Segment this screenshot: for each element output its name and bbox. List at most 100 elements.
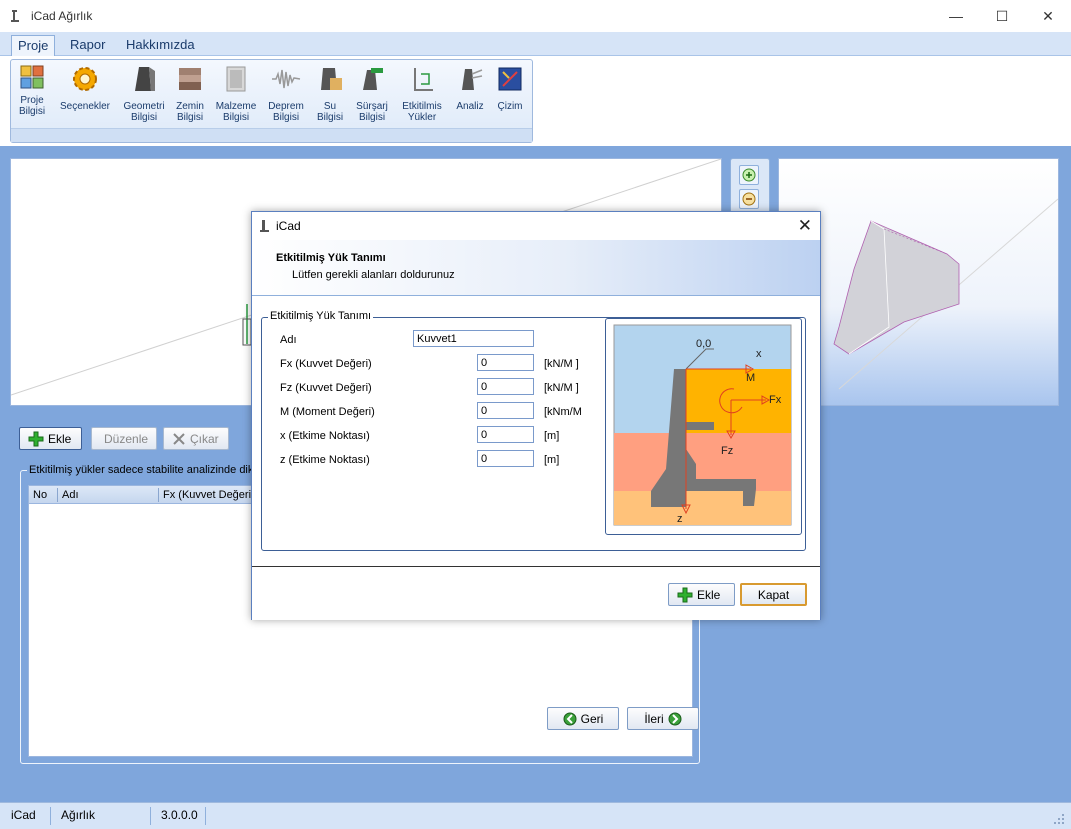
ribbon-label: Sürşarj bbox=[356, 101, 388, 112]
ribbon-label: Bilgisi bbox=[358, 112, 386, 123]
z-point-unit: [m] bbox=[544, 454, 560, 466]
status-version: 3.0.0.0 bbox=[161, 808, 198, 822]
ribbon-secenekler-button[interactable]: Seçenekler bbox=[55, 64, 115, 112]
fx-input[interactable] bbox=[477, 354, 534, 371]
ribbon-deprem-button[interactable]: Deprem Bilgisi bbox=[265, 64, 307, 123]
ribbon-label: Geometri bbox=[123, 101, 165, 112]
ribbon-su-button[interactable]: Su Bilgisi bbox=[313, 64, 347, 123]
drawing-icon bbox=[498, 67, 522, 91]
minimize-button[interactable]: — bbox=[933, 0, 979, 32]
column-header-name[interactable]: Adı bbox=[62, 489, 79, 501]
moment-arrow-label: M bbox=[746, 372, 755, 384]
fz-label: Fz (Kuvvet Değeri) bbox=[280, 382, 372, 394]
ribbon-etkitilmis-yukler-button[interactable]: Etkitilmis Yükler bbox=[397, 64, 447, 123]
ribbon-area: Proje Bilgisi Seçenekler Geometri Bilgis… bbox=[0, 56, 1071, 146]
edit-load-label: Düzenle bbox=[104, 431, 149, 446]
zoom-in-icon bbox=[742, 168, 756, 182]
tab-proje[interactable]: Proje bbox=[11, 35, 56, 56]
ribbon-malzeme-button[interactable]: Malzeme Bilgisi bbox=[213, 64, 259, 123]
ribbon-analiz-button[interactable]: Analiz bbox=[451, 64, 489, 112]
z-axis-label: z bbox=[677, 513, 683, 525]
dialog-body: Etkitilmiş Yük Tanımı Adı Fx (Kuvvet Değ… bbox=[252, 296, 820, 566]
gear-icon bbox=[73, 67, 97, 91]
back-label: Geri bbox=[580, 711, 604, 726]
fz-input[interactable] bbox=[477, 378, 534, 395]
x-point-input[interactable] bbox=[477, 426, 534, 443]
z-point-label: z (Etkime Noktası) bbox=[280, 454, 370, 466]
load-diagram: 0,0 x z M Fx Fz bbox=[605, 318, 802, 535]
next-button[interactable]: İleri bbox=[627, 707, 699, 730]
view-toolbar bbox=[730, 158, 770, 214]
moment-input[interactable] bbox=[477, 402, 534, 419]
ribbon-label: Etkitilmis bbox=[402, 101, 442, 112]
zoom-out-icon bbox=[742, 192, 756, 206]
retaining-wall-diagram: 0,0 x z M Fx Fz bbox=[613, 324, 792, 526]
soil-icon bbox=[179, 68, 201, 90]
dialog-close-icon[interactable]: ✕ bbox=[798, 216, 812, 236]
menu-tab-bar: Proje Rapor Hakkımızda bbox=[0, 32, 1071, 56]
window-title: iCad Ağırlık bbox=[31, 9, 93, 23]
close-icon bbox=[173, 432, 185, 445]
name-label: Adı bbox=[280, 334, 297, 346]
dialog-close-button[interactable]: Kapat bbox=[740, 583, 807, 606]
add-load-label: Ekle bbox=[48, 431, 72, 446]
arrow-left-icon bbox=[563, 712, 577, 725]
x-point-unit: [m] bbox=[544, 430, 560, 442]
analysis-icon bbox=[462, 69, 483, 90]
dialog-heading: Etkitilmiş Yük Tanımı bbox=[276, 252, 386, 264]
ribbon-label: Bilgisi bbox=[130, 112, 158, 123]
title-bar: iCad Ağırlık — ☐ ✕ bbox=[0, 0, 1071, 32]
dialog-add-label: Ekle bbox=[697, 587, 721, 602]
ribbon-label: Analiz bbox=[456, 101, 484, 112]
column-separator bbox=[158, 488, 159, 502]
status-separator bbox=[50, 807, 51, 825]
seismic-wave-icon bbox=[272, 69, 301, 89]
back-button[interactable]: Geri bbox=[547, 707, 619, 730]
ribbon-label: Malzeme bbox=[215, 101, 257, 112]
edit-load-button[interactable]: Düzenle bbox=[91, 427, 157, 450]
name-input[interactable] bbox=[413, 330, 534, 347]
project-info-icon bbox=[20, 65, 44, 89]
dialog-add-button[interactable]: Ekle bbox=[668, 583, 735, 606]
x-point-label: x (Etkime Noktası) bbox=[280, 430, 370, 442]
tab-rapor[interactable]: Rapor bbox=[64, 35, 111, 56]
material-icon bbox=[226, 66, 246, 92]
tab-hakkimizda[interactable]: Hakkımızda bbox=[120, 35, 201, 56]
ribbon-label: Deprem bbox=[268, 101, 304, 112]
remove-load-label: Çıkar bbox=[190, 431, 219, 446]
dialog-header: Etkitilmiş Yük Tanımı Lütfen gerekli ala… bbox=[252, 240, 820, 296]
surcharge-icon bbox=[363, 68, 383, 90]
dialog-title: iCad bbox=[276, 219, 301, 233]
next-label: İleri bbox=[644, 711, 664, 726]
zoom-out-button[interactable] bbox=[739, 189, 759, 209]
close-button[interactable]: ✕ bbox=[1025, 0, 1071, 32]
dialog-title-bar: iCad ✕ bbox=[252, 212, 820, 240]
status-module: Ağırlık bbox=[61, 808, 96, 822]
fx-arrow-label: Fx bbox=[769, 394, 782, 406]
z-point-input[interactable] bbox=[477, 450, 534, 467]
ribbon-group-footer bbox=[11, 128, 532, 142]
x-axis-label: x bbox=[756, 348, 762, 360]
ribbon-cizim-button[interactable]: Çizim bbox=[493, 64, 527, 112]
origin-label: 0,0 bbox=[696, 338, 711, 350]
ribbon-label: Bilgisi bbox=[222, 112, 250, 123]
ribbon-label: Seçenekler bbox=[59, 101, 111, 112]
add-load-button[interactable]: Ekle bbox=[19, 427, 82, 450]
applied-load-icon bbox=[414, 68, 433, 91]
wall-geometry-icon bbox=[135, 67, 155, 91]
zoom-in-button[interactable] bbox=[739, 165, 759, 185]
ribbon-proje-bilgisi-button[interactable]: Proje Bilgisi bbox=[14, 64, 50, 117]
resize-grip-icon[interactable] bbox=[1053, 813, 1065, 825]
dialog-subheading: Lütfen gerekli alanları doldurunuz bbox=[292, 269, 455, 281]
group-legend: Etkitilmiş yükler sadece stabilite anali… bbox=[27, 464, 252, 476]
ribbon-zemin-button[interactable]: Zemin Bilgisi bbox=[171, 64, 209, 123]
ribbon-label: Proje bbox=[20, 95, 44, 106]
remove-load-button[interactable]: Çıkar bbox=[163, 427, 229, 450]
column-header-no[interactable]: No bbox=[33, 489, 47, 501]
maximize-button[interactable]: ☐ bbox=[979, 0, 1025, 32]
ribbon-sursarj-button[interactable]: Sürşarj Bilgisi bbox=[351, 64, 393, 123]
column-header-fx[interactable]: Fx (Kuvvet Değeri) bbox=[163, 489, 255, 501]
status-app: iCad bbox=[11, 808, 36, 822]
ribbon-label: Yükler bbox=[407, 112, 437, 123]
ribbon-geometri-button[interactable]: Geometri Bilgisi bbox=[119, 64, 169, 123]
